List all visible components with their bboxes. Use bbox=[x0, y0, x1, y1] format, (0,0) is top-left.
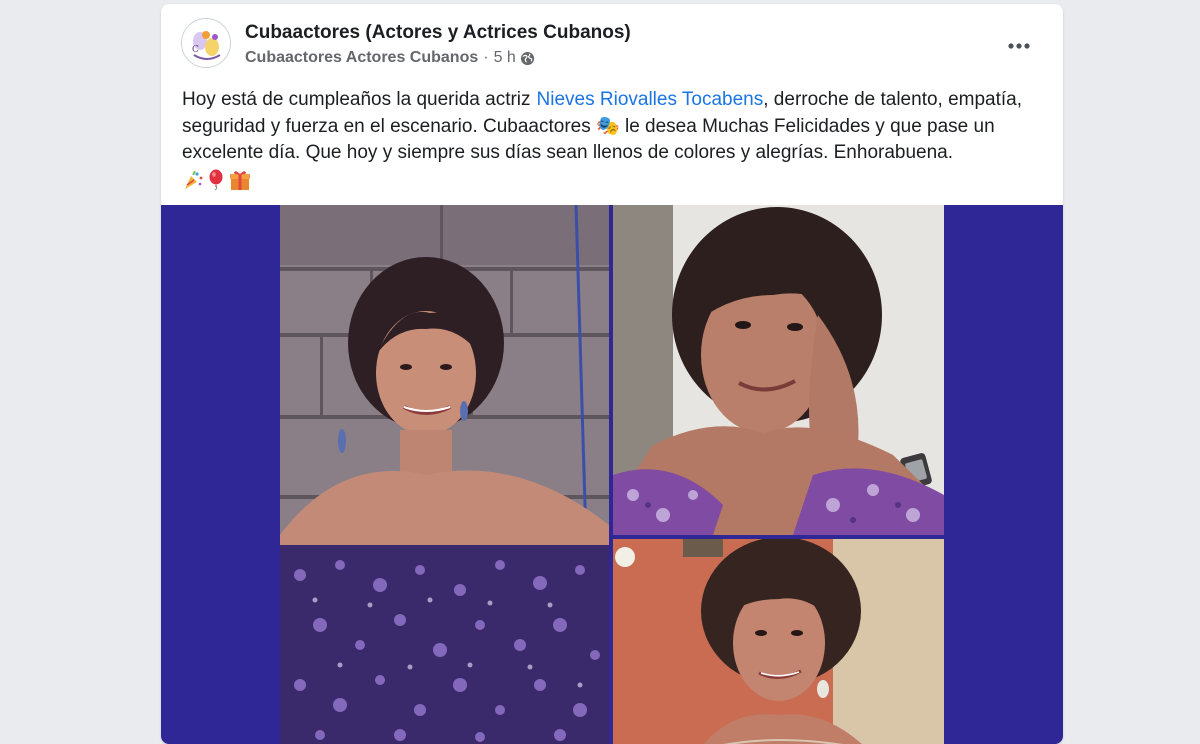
balloon-icon bbox=[209, 169, 223, 190]
post-card: C Cubaactores (Actores y Actrices Cubano… bbox=[161, 4, 1063, 744]
party-popper-icon bbox=[185, 170, 203, 189]
page-name[interactable]: Cubaactores (Actores y Actrices Cubanos) bbox=[245, 22, 631, 44]
emoji-row bbox=[182, 169, 1052, 191]
post-text: Hoy está de cumpleaños la querida actriz… bbox=[182, 87, 1052, 191]
photo-top-right[interactable] bbox=[613, 205, 944, 535]
more-options-button[interactable] bbox=[999, 28, 1039, 64]
post-header: C Cubaactores (Actores y Actrices Cubano… bbox=[161, 4, 1063, 84]
page-logo-icon: C bbox=[182, 19, 230, 67]
globe-icon bbox=[520, 51, 535, 66]
sub-page-name[interactable]: Cubaactores Actores Cubanos bbox=[245, 49, 478, 67]
svg-text:C: C bbox=[192, 45, 199, 55]
post-media[interactable] bbox=[161, 205, 1063, 744]
page-avatar[interactable]: C bbox=[181, 18, 231, 68]
more-horizontal-icon bbox=[1008, 43, 1030, 49]
post-time[interactable]: 5 h bbox=[494, 49, 516, 67]
portrait-photo bbox=[613, 539, 944, 744]
portrait-photo bbox=[280, 205, 609, 744]
photo-left[interactable] bbox=[280, 205, 609, 744]
meta-separator: · bbox=[483, 49, 489, 66]
photo-bottom-right[interactable] bbox=[613, 539, 944, 744]
theater-masks-icon: 🎭 bbox=[596, 115, 620, 137]
post-text-intro: Hoy está de cumpleaños la querida actriz bbox=[182, 89, 531, 110]
mention-link[interactable]: Nieves Riovalles Tocabens bbox=[537, 89, 764, 110]
portrait-photo bbox=[613, 205, 944, 535]
gift-icon bbox=[230, 170, 250, 190]
post-meta: Cubaactores Actores Cubanos · 5 h bbox=[245, 49, 535, 67]
